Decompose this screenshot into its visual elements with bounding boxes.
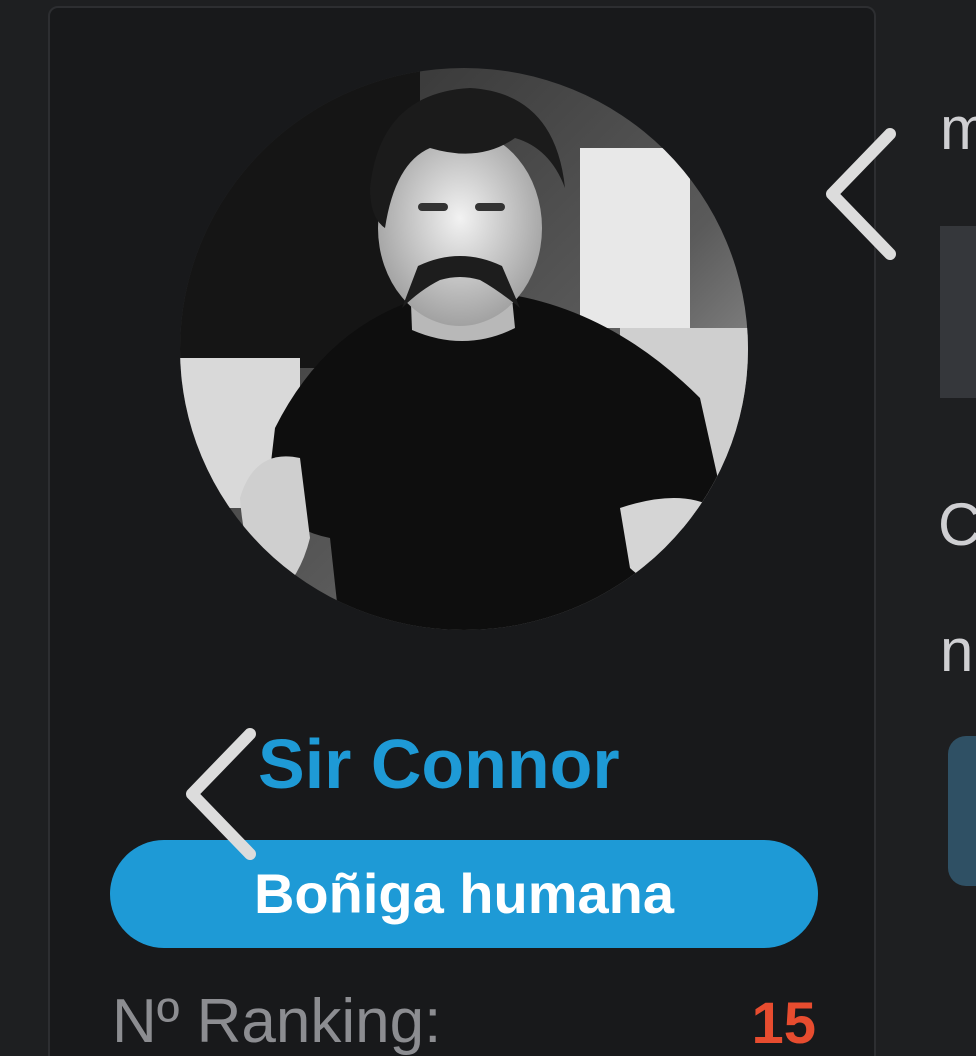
side-button[interactable] bbox=[948, 736, 976, 886]
username[interactable]: Sir Connor bbox=[258, 724, 688, 804]
avatar[interactable] bbox=[180, 68, 748, 630]
chevron-left-icon[interactable] bbox=[820, 124, 910, 264]
side-text-lower: n bbox=[940, 617, 974, 684]
side-text-mid: C bbox=[938, 491, 976, 558]
side-panel bbox=[940, 226, 976, 398]
page: Sir Connor Boñiga humana Nº Ranking: 15 … bbox=[0, 0, 976, 1056]
chevron-left-icon[interactable] bbox=[180, 724, 270, 864]
ranking-value: 15 bbox=[751, 991, 816, 1056]
side-text-top: m bbox=[940, 95, 976, 162]
ranking-label: Nº Ranking: bbox=[112, 987, 442, 1056]
avatar-photo bbox=[180, 68, 748, 630]
